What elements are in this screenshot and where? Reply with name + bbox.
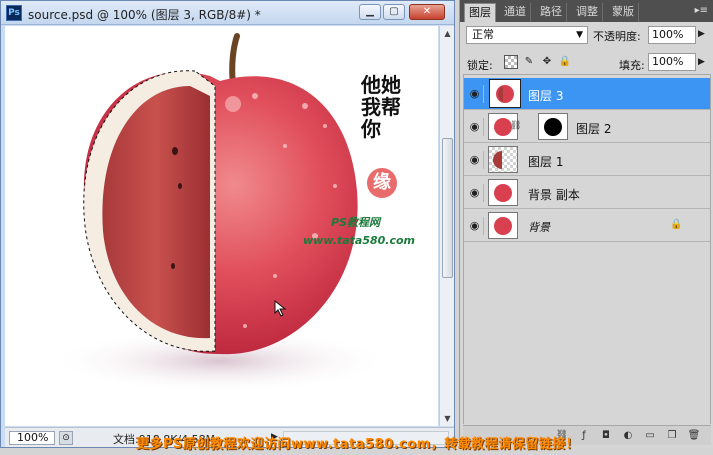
document-title: source.psd @ 100% (图层 3, RGB/8#) *: [28, 8, 261, 22]
tab-layers[interactable]: 图层: [464, 3, 496, 22]
fill-label: 填充:: [619, 59, 645, 72]
lock-label: 锁定:: [467, 59, 493, 72]
scroll-thumb[interactable]: [442, 138, 453, 278]
layer-name: 图层 3: [528, 89, 564, 103]
layer-name: 图层 1: [528, 155, 564, 169]
tab-adjustments[interactable]: 调整: [572, 3, 603, 22]
close-button[interactable]: ✕: [409, 4, 445, 20]
site-url-text: www.tata580.com: [303, 234, 416, 247]
visibility-eye-icon[interactable]: ◉: [466, 118, 484, 136]
adjustment-layer-icon[interactable]: ◐: [621, 429, 635, 443]
lock-transparency-icon[interactable]: [504, 55, 518, 69]
blend-mode-select[interactable]: 正常 ▼: [466, 26, 588, 44]
apple-stem: [229, 33, 240, 87]
opacity-label: 不透明度:: [593, 30, 641, 43]
tab-masks[interactable]: 蒙版: [608, 3, 639, 22]
panel-tab-bar: 图层 通道 路径 调整 蒙版 ▸≡: [460, 0, 713, 22]
layer-thumbnail: [488, 179, 518, 206]
layer-name: 背景: [528, 221, 550, 234]
tab-channels[interactable]: 通道: [500, 3, 531, 22]
dropdown-arrow-icon: ▼: [576, 30, 583, 40]
image-canvas[interactable]: 他她 我帮 你 缘 PS教程网 www.tata580.com: [5, 26, 438, 426]
layer-thumbnail: [488, 212, 518, 239]
layer-row[interactable]: ◉ 背景 🔒: [464, 210, 710, 242]
visibility-eye-icon[interactable]: ◉: [466, 151, 484, 169]
mask-link-chain-icon[interactable]: ⛓: [510, 121, 521, 131]
tab-paths[interactable]: 路径: [536, 3, 567, 22]
delete-layer-trash-icon[interactable]: 🗑: [687, 429, 701, 443]
layers-list: ◉ 图层 3 ◉ ⛓ 图层 2 ◉ 图层 1 ◉ 背景 副本 ◉ 背景 🔒: [463, 74, 711, 424]
layer-row[interactable]: ◉ 背景 副本: [464, 177, 710, 209]
seal-stamp: 缘: [367, 168, 397, 198]
visibility-eye-icon[interactable]: ◉: [466, 217, 484, 235]
document-title-bar[interactable]: Ps source.psd @ 100% (图层 3, RGB/8#) * ▁ …: [1, 1, 454, 25]
lock-position-move-icon[interactable]: ✥: [540, 55, 554, 69]
add-mask-icon[interactable]: ◘: [599, 429, 613, 443]
calligraphy-char: 帮: [381, 95, 401, 119]
maximize-button[interactable]: ▢: [383, 4, 405, 20]
layer-row[interactable]: ◉ 图层 3: [464, 78, 710, 110]
opacity-field[interactable]: 100%: [648, 26, 696, 44]
layer-name: 背景 副本: [528, 188, 580, 202]
site-name-text: PS教程网: [331, 216, 380, 229]
layer-name: 图层 2: [576, 122, 612, 136]
layer-row[interactable]: ◉ ⛓ 图层 2: [464, 111, 710, 143]
fill-field[interactable]: 100%: [648, 53, 696, 71]
layer-thumbnail: [489, 79, 521, 108]
calligraphy-char: 她: [381, 73, 401, 97]
vertical-scrollbar[interactable]: ▲ ▼: [439, 26, 454, 426]
visibility-eye-icon[interactable]: ◉: [466, 85, 484, 103]
layer-mask-thumbnail[interactable]: [538, 113, 568, 140]
blend-mode-value: 正常: [472, 28, 494, 41]
lock-all-icon[interactable]: 🔒: [558, 55, 572, 69]
zoom-icon[interactable]: ⊙: [59, 431, 73, 445]
scroll-down-icon[interactable]: ▼: [442, 413, 453, 424]
layer-thumbnail: [488, 146, 518, 173]
watermark-text: 更多PS原创教程欢迎访问www.tata580.com，转载教程请保留链接！: [136, 437, 580, 452]
calligraphy-char: 我: [361, 95, 381, 119]
opacity-slider-arrow-icon[interactable]: ▶: [698, 29, 705, 39]
panel-menu-icon[interactable]: ▸≡: [695, 3, 708, 19]
calligraphy-char: 他: [361, 73, 381, 97]
new-group-folder-icon[interactable]: ▭: [643, 429, 657, 443]
layer-lock-icon: 🔒: [670, 219, 683, 230]
layers-panel: 图层 通道 路径 调整 蒙版 ▸≡ 正常 ▼ 不透明度: 100% ▶ 锁定: …: [459, 0, 713, 448]
calligraphy-text: 他她 我帮 你: [361, 74, 421, 140]
document-window: Ps source.psd @ 100% (图层 3, RGB/8#) * ▁ …: [0, 0, 455, 448]
minimize-button[interactable]: ▁: [359, 4, 381, 20]
photoshop-icon: Ps: [6, 5, 22, 21]
visibility-eye-icon[interactable]: ◉: [466, 184, 484, 202]
scroll-up-icon[interactable]: ▲: [442, 28, 453, 39]
calligraphy-char: 你: [361, 117, 381, 141]
fill-slider-arrow-icon[interactable]: ▶: [698, 57, 705, 67]
zoom-level-field[interactable]: 100%: [9, 431, 55, 445]
lock-pixels-brush-icon[interactable]: ✎: [522, 55, 536, 69]
layer-row[interactable]: ◉ 图层 1: [464, 144, 710, 176]
new-layer-icon[interactable]: ❐: [665, 429, 679, 443]
